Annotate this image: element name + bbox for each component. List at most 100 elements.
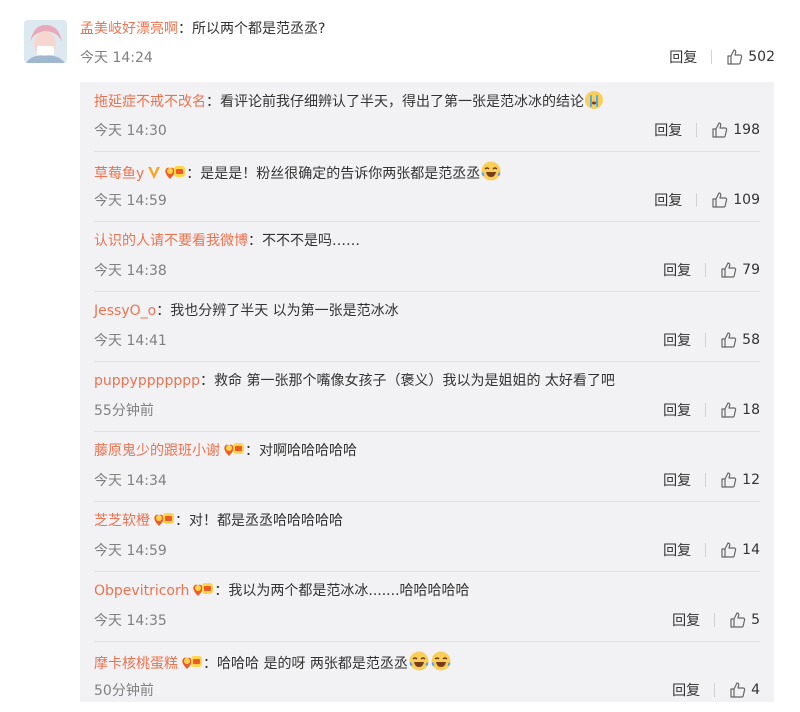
reply-username[interactable]: Obpevitricorh: [94, 583, 189, 599]
thumbs-up-icon[interactable]: [720, 331, 738, 349]
reply-item: puppyppppppp：救命 第一张那个嘴像女孩子（褒义）我以为是姐姐的 太好…: [80, 362, 774, 432]
reply-item: 芝芝软橙 ：对！都是丞丞哈哈哈哈哈 今天 14:59 回复 14: [80, 502, 774, 572]
action-divider: [705, 333, 707, 347]
reply-actions: 回复 109: [654, 190, 760, 210]
reply-line: Obpevitricorh ：我以为两个都是范冰冰.......哈哈哈哈哈: [94, 580, 470, 602]
action-divider: [705, 403, 707, 417]
reply-text: 是是是！粉丝很确定的告诉你两张都是范丞丞: [200, 166, 481, 182]
avatar-image: [24, 20, 67, 63]
reply-time: 今天 14:30: [94, 123, 167, 139]
reply-text: 我以为两个都是范冰冰.......哈哈哈哈哈: [228, 583, 470, 599]
fan-badge-icon: [153, 510, 175, 532]
reply-actions: 回复 14: [663, 540, 760, 560]
reply-time: 50分钟前: [94, 683, 154, 699]
thumbs-up-icon[interactable]: [720, 471, 738, 489]
reply-item: 拖延症不戒不改名：看评论前我仔细辨认了半天，得出了第一张是范冰冰的结论 今天 1…: [80, 82, 774, 152]
reply-time: 55分钟前: [94, 403, 154, 419]
action-divider: [711, 50, 713, 64]
reply-text: 救命 第一张那个嘴像女孩子（褒义）我以为是姐姐的 太好看了吧: [214, 373, 615, 389]
like-count: 5: [751, 612, 760, 628]
laughing-tears-emoji-icon: [430, 650, 452, 676]
reply-line: puppyppppppp：救命 第一张那个嘴像女孩子（褒义）我以为是姐姐的 太好…: [94, 370, 615, 390]
action-divider: [714, 613, 716, 627]
reply-item: Obpevitricorh ：我以为两个都是范冰冰.......哈哈哈哈哈 今天 …: [80, 572, 774, 642]
crying-emoji-icon: [584, 90, 604, 114]
fan-badge-icon: [223, 440, 245, 462]
comment-separator: ：: [178, 21, 192, 37]
reply-button[interactable]: 回复: [663, 260, 691, 280]
reply-time: 今天 14:59: [94, 543, 167, 559]
reply-button[interactable]: 回复: [672, 610, 700, 630]
reply-text: 我也分辨了半天 以为第一张是范冰冰: [170, 303, 399, 319]
reply-line: 拖延症不戒不改名：看评论前我仔细辨认了半天，得出了第一张是范冰冰的结论: [94, 90, 604, 114]
reply-time: 今天 14:41: [94, 333, 167, 349]
reply-button[interactable]: 回复: [663, 470, 691, 490]
thumbs-up-icon[interactable]: [711, 191, 729, 209]
laughing-crying-emoji-icon: [480, 160, 502, 186]
thumbs-up-icon[interactable]: [726, 48, 744, 66]
like-count: 79: [742, 262, 760, 278]
laughing-tears-emoji-icon: [408, 650, 430, 676]
reply-list: 拖延症不戒不改名：看评论前我仔细辨认了半天，得出了第一张是范冰冰的结论 今天 1…: [80, 82, 774, 702]
action-divider: [696, 193, 698, 207]
reply-separator: ：: [200, 373, 215, 389]
reply-separator: ：: [206, 94, 220, 110]
reply-separator: ：: [245, 443, 259, 459]
reply-username[interactable]: 摩卡核桃蛋糕: [94, 656, 178, 672]
like-count: 4: [751, 682, 760, 698]
reply-button[interactable]: 回复: [654, 120, 682, 140]
reply-username[interactable]: puppyppppppp: [94, 373, 200, 389]
fan-badge-icon: [181, 653, 203, 675]
avatar[interactable]: [24, 20, 67, 63]
like-count: 58: [742, 332, 760, 348]
thumbs-up-icon[interactable]: [711, 121, 729, 139]
reply-actions: 回复 198: [654, 120, 760, 140]
reply-actions: 回复 4: [672, 680, 760, 700]
reply-username[interactable]: JessyO_o: [94, 303, 156, 319]
reply-line: 草莓鱼y ：是是是！粉丝很确定的告诉你两张都是范丞丞: [94, 160, 502, 186]
reply-button[interactable]: 回复: [672, 680, 700, 700]
thumbs-up-icon[interactable]: [720, 401, 738, 419]
action-divider: [714, 683, 716, 697]
thumbs-up-icon[interactable]: [720, 261, 738, 279]
reply-line: 摩卡核桃蛋糕 ：哈哈哈 是的呀 两张都是范丞丞: [94, 650, 452, 676]
reply-time: 今天 14:34: [94, 473, 167, 489]
like-count: 109: [733, 192, 760, 208]
reply-actions: 回复 79: [663, 260, 760, 280]
reply-separator: ：: [175, 513, 189, 529]
reply-username[interactable]: 拖延症不戒不改名: [94, 94, 206, 110]
reply-line: 芝芝软橙 ：对！都是丞丞哈哈哈哈哈: [94, 510, 343, 532]
reply-username[interactable]: 草莓鱼y: [94, 166, 144, 182]
reply-button[interactable]: 回复: [663, 540, 691, 560]
reply-text: 哈哈哈 是的呀 两张都是范丞丞: [217, 656, 408, 672]
thumbs-up-icon[interactable]: [729, 681, 747, 699]
reply-item: JessyO_o：我也分辨了半天 以为第一张是范冰冰 今天 14:41 回复 5…: [80, 292, 774, 362]
reply-line: 藤原鬼少的跟班小谢 ：对啊哈哈哈哈哈: [94, 440, 357, 462]
reply-time: 今天 14:35: [94, 613, 167, 629]
thumbs-up-icon[interactable]: [720, 541, 738, 559]
reply-button[interactable]: 回复: [669, 47, 697, 67]
reply-username[interactable]: 芝芝软橙: [94, 513, 150, 529]
reply-actions: 回复 58: [663, 330, 760, 350]
comment-actions: 回复 502: [669, 47, 775, 67]
thumbs-up-icon[interactable]: [729, 611, 747, 629]
action-divider: [705, 543, 707, 557]
main-comment: 孟美岐好漂亮啊：所以两个都是范丞丞? 今天 14:24 回复 502: [0, 0, 800, 82]
reply-text: 对！都是丞丞哈哈哈哈哈: [189, 513, 343, 529]
v-badge-icon: [147, 165, 161, 185]
reply-button[interactable]: 回复: [663, 400, 691, 420]
reply-username[interactable]: 认识的人请不要看我微博: [94, 233, 248, 249]
fan-badge-icon: [192, 580, 214, 602]
reply-button[interactable]: 回复: [654, 190, 682, 210]
action-divider: [705, 263, 707, 277]
like-count: 502: [748, 49, 775, 65]
reply-actions: 回复 18: [663, 400, 760, 420]
comment-username[interactable]: 孟美岐好漂亮啊: [80, 21, 178, 37]
reply-actions: 回复 5: [672, 610, 760, 630]
action-divider: [705, 473, 707, 487]
reply-button[interactable]: 回复: [663, 330, 691, 350]
like-count: 18: [742, 402, 760, 418]
reply-separator: ：: [186, 166, 201, 182]
reply-time: 今天 14:38: [94, 263, 167, 279]
reply-username[interactable]: 藤原鬼少的跟班小谢: [94, 443, 220, 459]
